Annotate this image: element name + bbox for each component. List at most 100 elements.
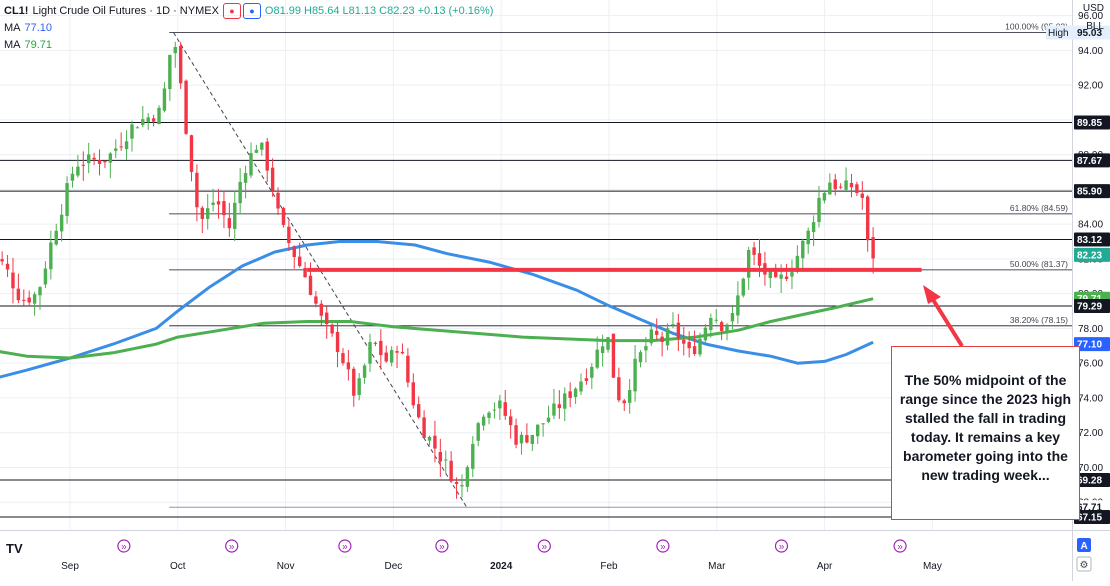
candle-body <box>752 247 756 255</box>
candle-body <box>573 388 578 398</box>
legend-ma2-row[interactable]: MA 79.71 <box>4 36 493 53</box>
candle-body <box>481 416 486 426</box>
candle-body <box>595 349 599 368</box>
sell-icon[interactable]: ● <box>222 2 241 19</box>
candle-body <box>784 276 789 279</box>
candle-body <box>319 303 324 316</box>
candle-body <box>11 272 15 289</box>
change-value: +0.13 (+0.16%) <box>417 4 494 17</box>
candle-body <box>130 124 134 139</box>
x-tick-label-6: Mar <box>708 561 726 572</box>
candle-body <box>552 403 556 416</box>
candle-body <box>200 207 205 219</box>
x-tick-label-0: Sep <box>61 561 79 572</box>
price-tag-9: 69.28 <box>1077 475 1102 486</box>
candle-body <box>227 218 232 229</box>
candle-body <box>822 192 827 201</box>
candle-body <box>384 352 388 362</box>
candle-body <box>195 172 199 208</box>
fib-label-1: 61.80% (84.59) <box>1010 203 1068 213</box>
candle-body <box>97 160 102 164</box>
candle-body <box>671 324 675 326</box>
candle-body <box>725 324 729 331</box>
fib-label-2: 50.00% (81.37) <box>1010 259 1068 269</box>
x-tick-label-8: May <box>923 561 942 572</box>
candle-body <box>16 288 21 301</box>
x-tick-label-1: Oct <box>170 561 186 572</box>
unit-label[interactable]: BLL <box>1086 21 1104 32</box>
ma2-value: 79.71 <box>24 38 53 51</box>
candle-body <box>557 404 562 409</box>
candle-body <box>633 358 637 392</box>
y-tick-label-10: 76.00 <box>1078 359 1103 370</box>
candle-body <box>216 201 221 205</box>
candle-body <box>427 436 432 441</box>
annotation-arrow-shaft <box>930 296 964 348</box>
candle-body <box>709 317 713 331</box>
candle-body <box>433 435 437 449</box>
candle-body <box>108 153 113 163</box>
candle-body <box>525 435 529 443</box>
candle-body <box>254 149 259 153</box>
y-tick-label-2: 92.00 <box>1078 81 1103 92</box>
candle-body <box>871 237 875 259</box>
legend-ma1-row[interactable]: MA 77.10 <box>4 19 493 36</box>
candle-body <box>151 118 156 122</box>
candle-body <box>270 167 275 191</box>
candle-body <box>514 425 518 445</box>
candle-body <box>297 256 302 266</box>
candle-body <box>416 404 421 418</box>
candle-body <box>801 240 805 259</box>
candle-body <box>828 182 832 195</box>
candle-body <box>817 197 821 223</box>
event-marker-glyph: » <box>542 542 548 553</box>
candle-body <box>503 402 507 416</box>
candle-body <box>243 173 248 183</box>
symbol-label[interactable]: CL1! <box>4 5 28 17</box>
title-label: Light Crude Oil Futures · 1D · NYMEX <box>32 4 219 17</box>
candle-body <box>611 333 616 378</box>
low-value: L81.13 <box>342 4 377 17</box>
candle-body <box>395 351 399 353</box>
price-tag-3: 85.90 <box>1077 187 1102 198</box>
candle-body <box>119 146 123 148</box>
candle-body <box>719 322 724 331</box>
candle-body <box>660 336 664 342</box>
candle-body <box>222 201 226 216</box>
chart-legend: CL1! Light Crude Oil Futures · 1D · NYME… <box>4 2 493 53</box>
candle-body <box>833 179 837 190</box>
ma2-label: MA <box>4 38 21 51</box>
candle-body <box>687 342 691 349</box>
ma1-value: 77.10 <box>24 21 53 34</box>
candle-body <box>465 467 470 487</box>
y-tick-label-12: 72.00 <box>1078 428 1103 439</box>
candle-body <box>476 423 480 441</box>
candle-body <box>238 181 242 204</box>
candle-body <box>563 393 567 409</box>
ma1-label: MA <box>4 21 21 34</box>
candle-body <box>584 378 589 381</box>
high-value: H85.64 <box>304 4 340 17</box>
event-marker-glyph: » <box>897 542 903 553</box>
fib-label-3: 38.20% (78.15) <box>1010 315 1068 325</box>
candle-body <box>844 180 848 190</box>
candle-body <box>617 377 621 401</box>
candle-body <box>49 242 53 270</box>
candle-body <box>168 54 172 90</box>
candle-body <box>292 246 296 258</box>
candle-body <box>249 153 253 176</box>
candle-body <box>135 127 140 129</box>
candle-body <box>460 485 464 487</box>
candle-body <box>536 424 540 437</box>
candle-body <box>546 417 551 422</box>
buy-icon[interactable]: ● <box>242 2 261 19</box>
price-tag-2: 87.67 <box>1077 156 1102 167</box>
event-marker-glyph: » <box>439 542 445 553</box>
candle-body <box>308 275 313 295</box>
candle-body <box>265 141 269 171</box>
candle-body <box>38 287 42 296</box>
candle-body <box>260 142 264 150</box>
candle-body <box>368 341 372 364</box>
currency-label[interactable]: USD <box>1083 3 1104 14</box>
candle-body <box>644 345 648 351</box>
